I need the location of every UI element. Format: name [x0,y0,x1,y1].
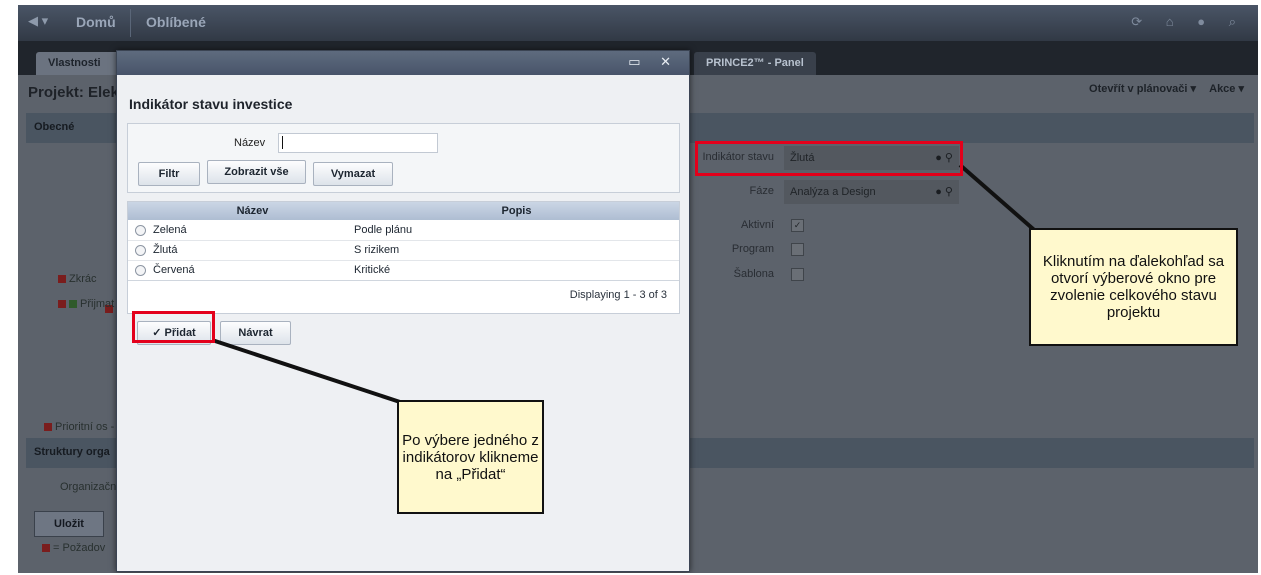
highlight-status-field [695,141,963,176]
arrow-right-callout [958,163,1042,237]
arrow-bottom-callout [211,338,401,404]
callout-add: Po výbere jedného z indikátorov klikneme… [397,400,544,514]
highlight-add-button [132,311,215,343]
callout-binoculars: Kliknutím na ďalekohľad sa otvorí výbero… [1029,228,1238,346]
